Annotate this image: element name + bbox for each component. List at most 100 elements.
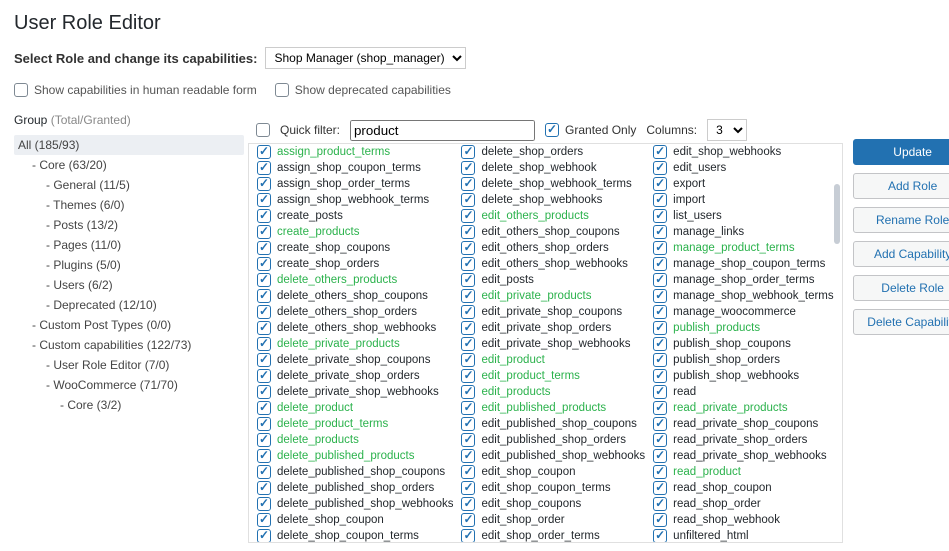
capability-checkbox[interactable] <box>461 193 475 207</box>
capability-checkbox[interactable] <box>653 513 667 527</box>
capability-checkbox[interactable] <box>461 481 475 495</box>
capability-checkbox[interactable] <box>257 353 271 367</box>
sidebar-item[interactable]: All (185/93) <box>14 135 244 155</box>
capability-checkbox[interactable] <box>653 305 667 319</box>
capability-checkbox[interactable] <box>461 385 475 399</box>
sidebar-item[interactable]: - Core (3/2) <box>14 395 244 415</box>
capability-checkbox[interactable] <box>257 337 271 351</box>
capability-checkbox[interactable] <box>461 321 475 335</box>
capability-checkbox[interactable] <box>257 177 271 191</box>
capability-checkbox[interactable] <box>257 385 271 399</box>
capability-checkbox[interactable] <box>653 497 667 511</box>
capability-checkbox[interactable] <box>653 289 667 303</box>
capability-checkbox[interactable] <box>257 257 271 271</box>
sidebar-item[interactable]: - Users (6/2) <box>14 275 244 295</box>
human-readable-checkbox[interactable] <box>14 83 28 97</box>
capability-checkbox[interactable] <box>257 513 271 527</box>
capability-checkbox[interactable] <box>257 529 271 542</box>
capability-checkbox[interactable] <box>257 401 271 415</box>
capability-checkbox[interactable] <box>257 161 271 175</box>
capability-checkbox[interactable] <box>461 209 475 223</box>
add-role-button[interactable]: Add Role <box>853 173 949 199</box>
capability-checkbox[interactable] <box>461 433 475 447</box>
capability-checkbox[interactable] <box>461 177 475 191</box>
capability-checkbox[interactable] <box>461 273 475 287</box>
deprecated-checkbox[interactable] <box>275 83 289 97</box>
capability-checkbox[interactable] <box>461 145 475 159</box>
capability-checkbox[interactable] <box>257 305 271 319</box>
capability-checkbox[interactable] <box>461 529 475 542</box>
add-capability-button[interactable]: Add Capability <box>853 241 949 267</box>
capability-checkbox[interactable] <box>653 385 667 399</box>
capability-checkbox[interactable] <box>257 433 271 447</box>
capability-checkbox[interactable] <box>653 273 667 287</box>
capability-checkbox[interactable] <box>653 465 667 479</box>
capability-checkbox[interactable] <box>461 369 475 383</box>
capability-checkbox[interactable] <box>461 337 475 351</box>
capability-checkbox[interactable] <box>653 177 667 191</box>
capability-checkbox[interactable] <box>653 433 667 447</box>
capability-checkbox[interactable] <box>461 161 475 175</box>
sidebar-item[interactable]: - Core (63/20) <box>14 155 244 175</box>
columns-select[interactable]: 3 <box>707 119 747 141</box>
capability-checkbox[interactable] <box>653 481 667 495</box>
capability-checkbox[interactable] <box>653 161 667 175</box>
capability-checkbox[interactable] <box>653 337 667 351</box>
capabilities-scroll[interactable]: assign_product_termsassign_shop_coupon_t… <box>249 144 842 542</box>
sidebar-item[interactable]: - Themes (6/0) <box>14 195 244 215</box>
capability-checkbox[interactable] <box>461 225 475 239</box>
sidebar-item[interactable]: - Posts (13/2) <box>14 215 244 235</box>
capability-checkbox[interactable] <box>257 369 271 383</box>
capability-checkbox[interactable] <box>653 353 667 367</box>
capability-checkbox[interactable] <box>257 145 271 159</box>
capability-checkbox[interactable] <box>461 465 475 479</box>
capability-checkbox[interactable] <box>461 449 475 463</box>
capability-checkbox[interactable] <box>257 241 271 255</box>
sidebar-item[interactable]: - Pages (11/0) <box>14 235 244 255</box>
granted-only-checkbox[interactable] <box>545 123 559 137</box>
role-select[interactable]: Shop Manager (shop_manager) <box>265 47 466 69</box>
capability-checkbox[interactable] <box>257 289 271 303</box>
capability-checkbox[interactable] <box>653 321 667 335</box>
capability-checkbox[interactable] <box>653 417 667 431</box>
update-button[interactable]: Update <box>853 139 949 165</box>
sidebar-item[interactable]: - WooCommerce (71/70) <box>14 375 244 395</box>
capability-checkbox[interactable] <box>257 481 271 495</box>
capability-checkbox[interactable] <box>257 465 271 479</box>
capability-checkbox[interactable] <box>653 145 667 159</box>
capability-checkbox[interactable] <box>653 241 667 255</box>
sidebar-item[interactable]: - Deprecated (12/10) <box>14 295 244 315</box>
capability-checkbox[interactable] <box>461 497 475 511</box>
scrollbar-thumb[interactable] <box>834 184 840 244</box>
capability-checkbox[interactable] <box>461 401 475 415</box>
capability-checkbox[interactable] <box>257 193 271 207</box>
capability-checkbox[interactable] <box>461 353 475 367</box>
capability-checkbox[interactable] <box>653 401 667 415</box>
capability-checkbox[interactable] <box>653 529 667 542</box>
capability-checkbox[interactable] <box>461 289 475 303</box>
rename-role-button[interactable]: Rename Role <box>853 207 949 233</box>
sidebar-item[interactable]: - Custom capabilities (122/73) <box>14 335 244 355</box>
sidebar-item[interactable]: - General (11/5) <box>14 175 244 195</box>
capability-checkbox[interactable] <box>461 305 475 319</box>
sidebar-item[interactable]: - User Role Editor (7/0) <box>14 355 244 375</box>
capability-checkbox[interactable] <box>461 241 475 255</box>
capability-checkbox[interactable] <box>257 417 271 431</box>
select-all-checkbox[interactable] <box>256 123 270 137</box>
capability-checkbox[interactable] <box>257 321 271 335</box>
quick-filter-input[interactable] <box>350 120 535 141</box>
capability-checkbox[interactable] <box>653 449 667 463</box>
delete-role-button[interactable]: Delete Role <box>853 275 949 301</box>
capability-checkbox[interactable] <box>257 209 271 223</box>
delete-capability-button[interactable]: Delete Capability <box>853 309 949 335</box>
capability-checkbox[interactable] <box>653 369 667 383</box>
capability-checkbox[interactable] <box>257 497 271 511</box>
capability-checkbox[interactable] <box>257 449 271 463</box>
capability-checkbox[interactable] <box>653 257 667 271</box>
sidebar-item[interactable]: - Plugins (5/0) <box>14 255 244 275</box>
capability-checkbox[interactable] <box>461 257 475 271</box>
capability-checkbox[interactable] <box>653 193 667 207</box>
sidebar-item[interactable]: - Custom Post Types (0/0) <box>14 315 244 335</box>
capability-checkbox[interactable] <box>257 225 271 239</box>
capability-checkbox[interactable] <box>461 417 475 431</box>
